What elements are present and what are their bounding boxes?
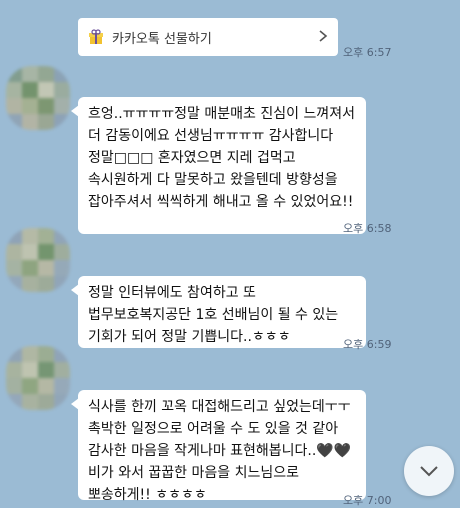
message-bubble[interactable]: 정말 인터뷰에도 참여하고 또 법무보호복지공단 1호 선배님이 될 수 있는 …: [71, 276, 366, 348]
message-text: 정말 인터뷰에도 참여하고 또 법무보호복지공단 1호 선배님이 될 수 있는 …: [88, 285, 339, 345]
message-time: 오후 6:57: [343, 46, 392, 59]
avatar[interactable]: [6, 66, 70, 130]
message-text: 식사를 한끼 꼬옥 대접해드리고 싶었는데ㅜㅜ 촉박한 일정으로 어려울 수 도…: [88, 399, 352, 503]
message-bubble[interactable]: 흐엉..ㅠㅠㅠㅠ정말 매분매초 진심이 느껴져서 더 감동이에요 선생님ㅠㅠㅠㅠ…: [71, 97, 366, 234]
message-bubble[interactable]: 식사를 한끼 꼬옥 대접해드리고 싶었는데ㅜㅜ 촉박한 일정으로 어려울 수 도…: [71, 390, 366, 503]
message-text: 흐엉..ㅠㅠㅠㅠ정말 매분매초 진심이 느껴져서 더 감동이에요 선생님ㅠㅠㅠㅠ…: [88, 106, 355, 210]
gift-card-label: 카카오톡 선물하기: [112, 31, 212, 47]
avatar[interactable]: [6, 228, 70, 292]
avatar[interactable]: [6, 346, 70, 410]
message-time: 오후 6:58: [343, 222, 392, 235]
message-time: 오후 6:59: [343, 338, 392, 351]
message-time: 오후 7:00: [343, 494, 392, 507]
gift-card-link[interactable]: 카카오톡 선물하기: [78, 18, 338, 56]
chevron-down-icon: [419, 462, 439, 481]
scroll-to-bottom-button[interactable]: [404, 446, 454, 496]
gift-box-icon: [88, 29, 104, 45]
chevron-right-icon: [318, 28, 328, 47]
